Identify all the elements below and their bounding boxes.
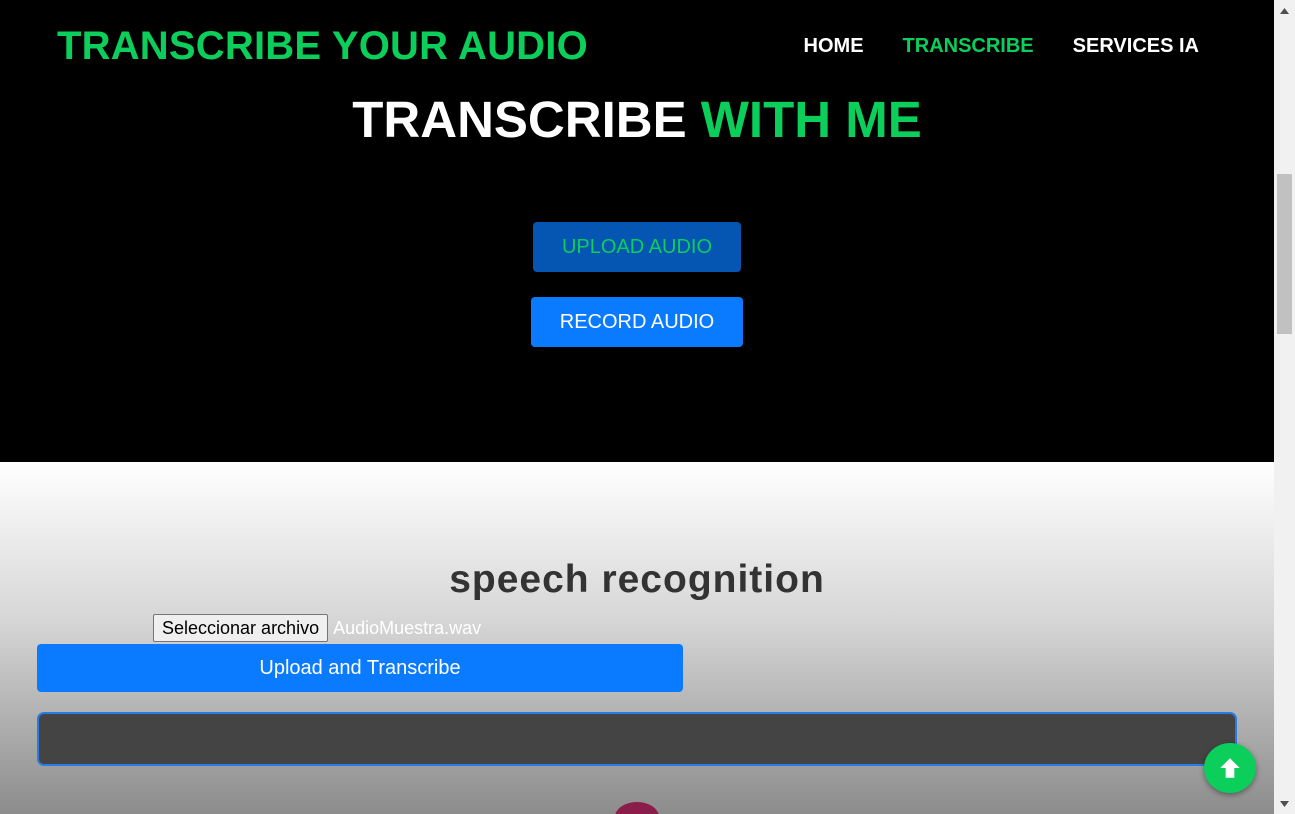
scrollbar-down-button[interactable] (1274, 795, 1295, 812)
selected-file-name: AudioMuestra.wav (333, 617, 482, 638)
section-title: speech recognition (449, 558, 825, 601)
hero-title: TRANSCRIBE WITH ME (0, 90, 1274, 149)
triangle-up-icon (1280, 7, 1289, 14)
brand-logo[interactable]: TRANSCRIBE YOUR AUDIO (57, 24, 588, 69)
nav-links: HOME TRANSCRIBE SERVICES IA (804, 35, 1199, 58)
navbar: TRANSCRIBE YOUR AUDIO HOME TRANSCRIBE SE… (0, 0, 1274, 92)
upload-audio-button[interactable]: UPLOAD AUDIO (533, 222, 741, 272)
page: TRANSCRIBE WITH ME UPLOAD AUDIO RECORD A… (0, 0, 1274, 814)
speech-recognition-section: speech recognition Seleccionar archivo A… (0, 462, 1274, 814)
record-audio-button[interactable]: RECORD AUDIO (531, 297, 743, 347)
file-input: Seleccionar archivo AudioMuestra.wav (153, 614, 481, 642)
vertical-scrollbar[interactable] (1274, 0, 1295, 814)
nav-link-home[interactable]: HOME (804, 35, 864, 58)
upload-and-transcribe-button[interactable]: Upload and Transcribe (37, 644, 683, 692)
scrollbar-up-button[interactable] (1274, 2, 1295, 19)
nav-link-transcribe[interactable]: TRANSCRIBE (903, 35, 1034, 58)
avatar-image (615, 802, 659, 814)
nav-link-services-ia[interactable]: SERVICES IA (1073, 35, 1199, 58)
scroll-to-top-button[interactable] (1204, 743, 1256, 793)
arrow-up-icon (1220, 758, 1240, 778)
choose-file-button[interactable]: Seleccionar archivo (153, 614, 329, 642)
triangle-down-icon (1280, 800, 1289, 807)
scrollbar-thumb[interactable] (1277, 174, 1292, 334)
transcript-output[interactable] (37, 712, 1237, 766)
hero-title-accent: WITH ME (700, 91, 922, 148)
hero-title-main: TRANSCRIBE (352, 91, 687, 148)
